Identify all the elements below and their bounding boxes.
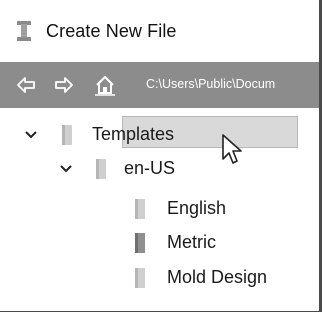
home-icon[interactable] (94, 74, 116, 96)
title-bar: Create New File (0, 0, 319, 62)
folder-icon (135, 199, 145, 219)
tree-item-en-us[interactable]: en-US (0, 154, 319, 184)
back-arrow-icon[interactable] (16, 76, 36, 94)
chevron-down-icon[interactable] (59, 164, 73, 174)
folder-icon (96, 159, 106, 179)
tree-item-english[interactable]: English (0, 194, 319, 224)
forward-arrow-icon[interactable] (54, 76, 74, 94)
tree-item-label: Mold Design (167, 267, 268, 287)
path-bar: C:\Users\Public\Docum (0, 62, 319, 108)
template-icon (17, 21, 31, 41)
create-new-file-dialog: Create New File C:\Users\Public\Docum Te… (0, 0, 322, 312)
tree-item-label: English (167, 198, 227, 218)
mouse-pointer-icon (222, 134, 242, 164)
tree-item-label: en-US (124, 158, 176, 178)
tree-item-label: Metric (167, 232, 216, 252)
chevron-down-icon[interactable] (24, 130, 38, 140)
path-text[interactable]: C:\Users\Public\Docum (146, 77, 275, 91)
tree-item-templates[interactable]: Templates (0, 120, 319, 150)
window-title: Create New File (46, 21, 177, 41)
folder-icon (135, 233, 145, 253)
tree-item-label: Templates (92, 124, 175, 144)
tree-item-metric[interactable]: Metric (0, 228, 319, 258)
tree-item-mold-design[interactable]: Mold Design (0, 262, 319, 292)
folder-icon (135, 268, 145, 288)
folder-icon (62, 125, 72, 145)
